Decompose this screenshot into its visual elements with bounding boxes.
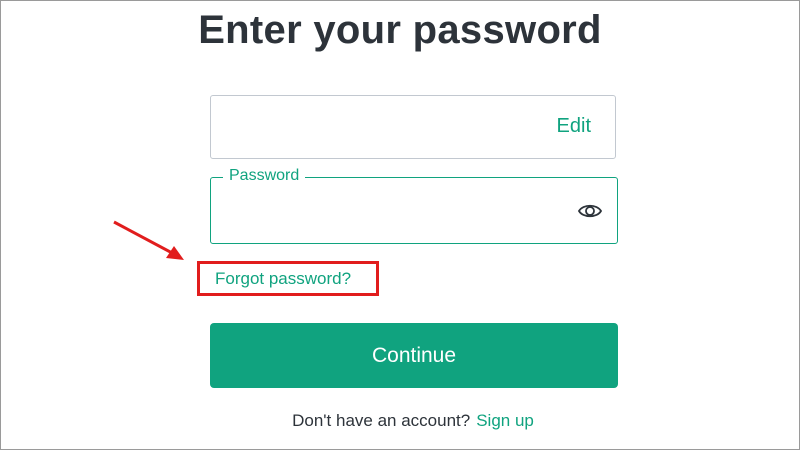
- signup-prompt: Don't have an account?: [292, 411, 471, 430]
- password-label: Password: [223, 166, 306, 186]
- annotation-arrow: [113, 220, 184, 260]
- continue-button[interactable]: Continue: [210, 323, 618, 388]
- signup-link[interactable]: Sign up: [476, 411, 534, 430]
- eye-icon[interactable]: [577, 199, 603, 223]
- signup-row: Don't have an account? Sign up: [0, 411, 800, 431]
- email-field: Edit: [210, 95, 616, 159]
- edit-email-link[interactable]: Edit: [557, 115, 591, 138]
- password-input[interactable]: [225, 192, 569, 230]
- forgot-password-link[interactable]: Forgot password?: [215, 269, 351, 289]
- page-title: Enter your password: [198, 8, 602, 52]
- annotation-highlight-box: Forgot password?: [197, 261, 379, 296]
- password-field[interactable]: Password: [210, 166, 618, 244]
